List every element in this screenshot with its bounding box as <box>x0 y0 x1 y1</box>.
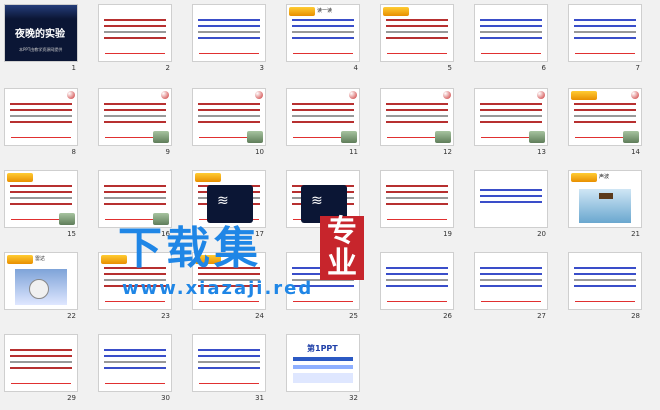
slide-number: 26 <box>443 312 452 320</box>
slide-number: 15 <box>67 230 76 238</box>
slide-preview <box>474 4 548 62</box>
slide-thumbnail-2[interactable]: 2 <box>98 4 172 78</box>
slide-sorter-grid: 夜晚的实验 本PPT由教学资源网提供 1 2 3 读一读 4 5 6 7 8 9 10 11 12 13 14 1… <box>4 4 656 406</box>
slide-number: 24 <box>255 312 264 320</box>
slide-thumbnail-19[interactable]: 19 <box>380 170 454 244</box>
slide-number: 1 <box>71 64 76 72</box>
slide-preview <box>4 170 78 228</box>
slide-thumbnail-4[interactable]: 读一读 4 <box>286 4 360 78</box>
slide-thumbnail-22[interactable]: 雷达 22 <box>4 252 78 326</box>
slide-preview <box>474 88 548 146</box>
slide-thumbnail-26[interactable]: 26 <box>380 252 454 326</box>
slide-title: 雷达 <box>35 256 46 262</box>
slide-preview <box>98 4 172 62</box>
slide-number: 13 <box>537 148 546 156</box>
slide-thumbnail-1[interactable]: 夜晚的实验本PPT由教学资源网提供 1 <box>4 4 78 78</box>
slide-preview <box>192 334 266 392</box>
slide-title: 读一读 <box>317 8 333 14</box>
slide-number: 3 <box>259 64 264 72</box>
slide-thumbnail-8[interactable]: 8 <box>4 88 78 162</box>
slide-preview <box>98 334 172 392</box>
slide-number: 5 <box>447 64 452 72</box>
slide-thumbnail-10[interactable]: 10 <box>192 88 266 162</box>
slide-number: 20 <box>537 230 546 238</box>
slide-number: 30 <box>161 394 170 402</box>
slide-number: 25 <box>349 312 358 320</box>
slide-title: 声波 <box>599 174 610 180</box>
watermark-url: www.xiazaji.red <box>122 278 314 299</box>
slide-number: 22 <box>67 312 76 320</box>
slide-preview: 读一读 <box>286 4 360 62</box>
slide-number: 10 <box>255 148 264 156</box>
slide-thumbnail-13[interactable]: 13 <box>474 88 548 162</box>
slide-thumbnail-5[interactable]: 5 <box>380 4 454 78</box>
slide-preview <box>380 252 454 310</box>
slide-number: 19 <box>443 230 452 238</box>
bat-icon: ≋ <box>217 193 229 209</box>
slide-preview <box>4 88 78 146</box>
watermark-tag: 专业 <box>320 216 364 280</box>
slide-preview <box>568 4 642 62</box>
slide-number: 23 <box>161 312 170 320</box>
slide-preview <box>474 252 548 310</box>
slide-number: 11 <box>349 148 358 156</box>
slide-preview <box>192 4 266 62</box>
slide-preview <box>380 170 454 228</box>
slide-thumbnail-3[interactable]: 3 <box>192 4 266 78</box>
slide-preview: 第1PPT <box>286 334 360 392</box>
slide-thumbnail-29[interactable]: 29 <box>4 334 78 408</box>
slide-preview <box>98 88 172 146</box>
slide-preview <box>568 88 642 146</box>
slide-thumbnail-11[interactable]: 11 <box>286 88 360 162</box>
slide-number: 32 <box>349 394 358 402</box>
slide-preview <box>286 88 360 146</box>
slide-number: 12 <box>443 148 452 156</box>
slide-thumbnail-12[interactable]: 12 <box>380 88 454 162</box>
slide-preview: 夜晚的实验本PPT由教学资源网提供 <box>4 4 78 62</box>
slide-thumbnail-30[interactable]: 30 <box>98 334 172 408</box>
slide-number: 7 <box>635 64 640 72</box>
slide-preview <box>380 4 454 62</box>
slide-thumbnail-20[interactable]: 20 <box>474 170 548 244</box>
watermark-main: 下载集 <box>118 223 262 274</box>
slide-title: 夜晚的实验 <box>15 29 65 40</box>
slide-preview <box>192 88 266 146</box>
slide-number: 8 <box>71 148 76 156</box>
slide-thumbnail-28[interactable]: 28 <box>568 252 642 326</box>
slide-thumbnail-9[interactable]: 9 <box>98 88 172 162</box>
slide-number: 28 <box>631 312 640 320</box>
slide-preview: 声波 <box>568 170 642 228</box>
slide-thumbnail-31[interactable]: 31 <box>192 334 266 408</box>
slide-thumbnail-27[interactable]: 27 <box>474 252 548 326</box>
slide-number: 2 <box>165 64 170 72</box>
slide-number: 9 <box>165 148 170 156</box>
slide-number: 6 <box>541 64 546 72</box>
slide-number: 31 <box>255 394 264 402</box>
slide-preview: 雷达 <box>4 252 78 310</box>
slide-subtitle: 本PPT由教学资源网提供 <box>19 47 63 52</box>
slide-title: 第1PPT <box>307 344 338 353</box>
slide-preview <box>474 170 548 228</box>
slide-number: 27 <box>537 312 546 320</box>
slide-number: 14 <box>631 148 640 156</box>
bat-icon: ≋ <box>311 193 323 209</box>
slide-thumbnail-32[interactable]: 第1PPT 32 <box>286 334 360 408</box>
slide-number: 29 <box>67 394 76 402</box>
slide-thumbnail-14[interactable]: 14 <box>568 88 642 162</box>
slide-thumbnail-6[interactable]: 6 <box>474 4 548 78</box>
slide-thumbnail-7[interactable]: 7 <box>568 4 642 78</box>
slide-number: 21 <box>631 230 640 238</box>
slide-thumbnail-15[interactable]: 15 <box>4 170 78 244</box>
slide-preview <box>4 334 78 392</box>
slide-number: 4 <box>353 64 358 72</box>
slide-preview <box>568 252 642 310</box>
slide-thumbnail-21[interactable]: 声波 21 <box>568 170 642 244</box>
slide-preview <box>380 88 454 146</box>
